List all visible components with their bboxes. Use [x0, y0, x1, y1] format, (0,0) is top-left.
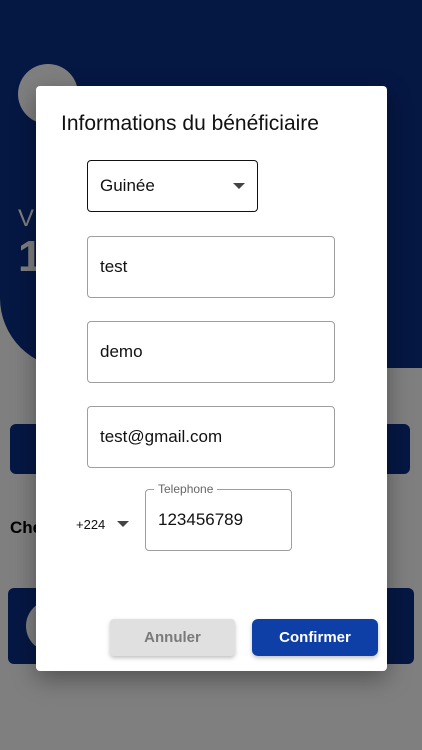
first-name-input[interactable] — [100, 257, 322, 277]
email-input[interactable] — [100, 427, 322, 447]
first-name-field[interactable] — [87, 236, 335, 298]
caret-down-icon — [117, 521, 130, 527]
country-select[interactable]: Guinée — [87, 160, 258, 212]
dialog-title: Informations du bénéficiaire — [61, 112, 319, 135]
phone-field[interactable]: Telephone — [145, 482, 292, 551]
country-code-value: +224 — [76, 516, 106, 532]
country-code-select[interactable]: +224 — [76, 506, 138, 542]
phone-input[interactable] — [158, 510, 279, 530]
country-select-value: Guinée — [100, 176, 155, 195]
last-name-field[interactable] — [87, 321, 335, 383]
last-name-input[interactable] — [100, 342, 322, 362]
email-field[interactable] — [87, 406, 335, 468]
caret-down-icon — [233, 183, 245, 189]
confirm-button[interactable]: Confirmer — [252, 619, 378, 656]
beneficiary-dialog: Informations du bénéficiaire Guinée +224… — [36, 86, 387, 671]
phone-label: Telephone — [154, 482, 218, 496]
cancel-button[interactable]: Annuler — [110, 619, 235, 656]
